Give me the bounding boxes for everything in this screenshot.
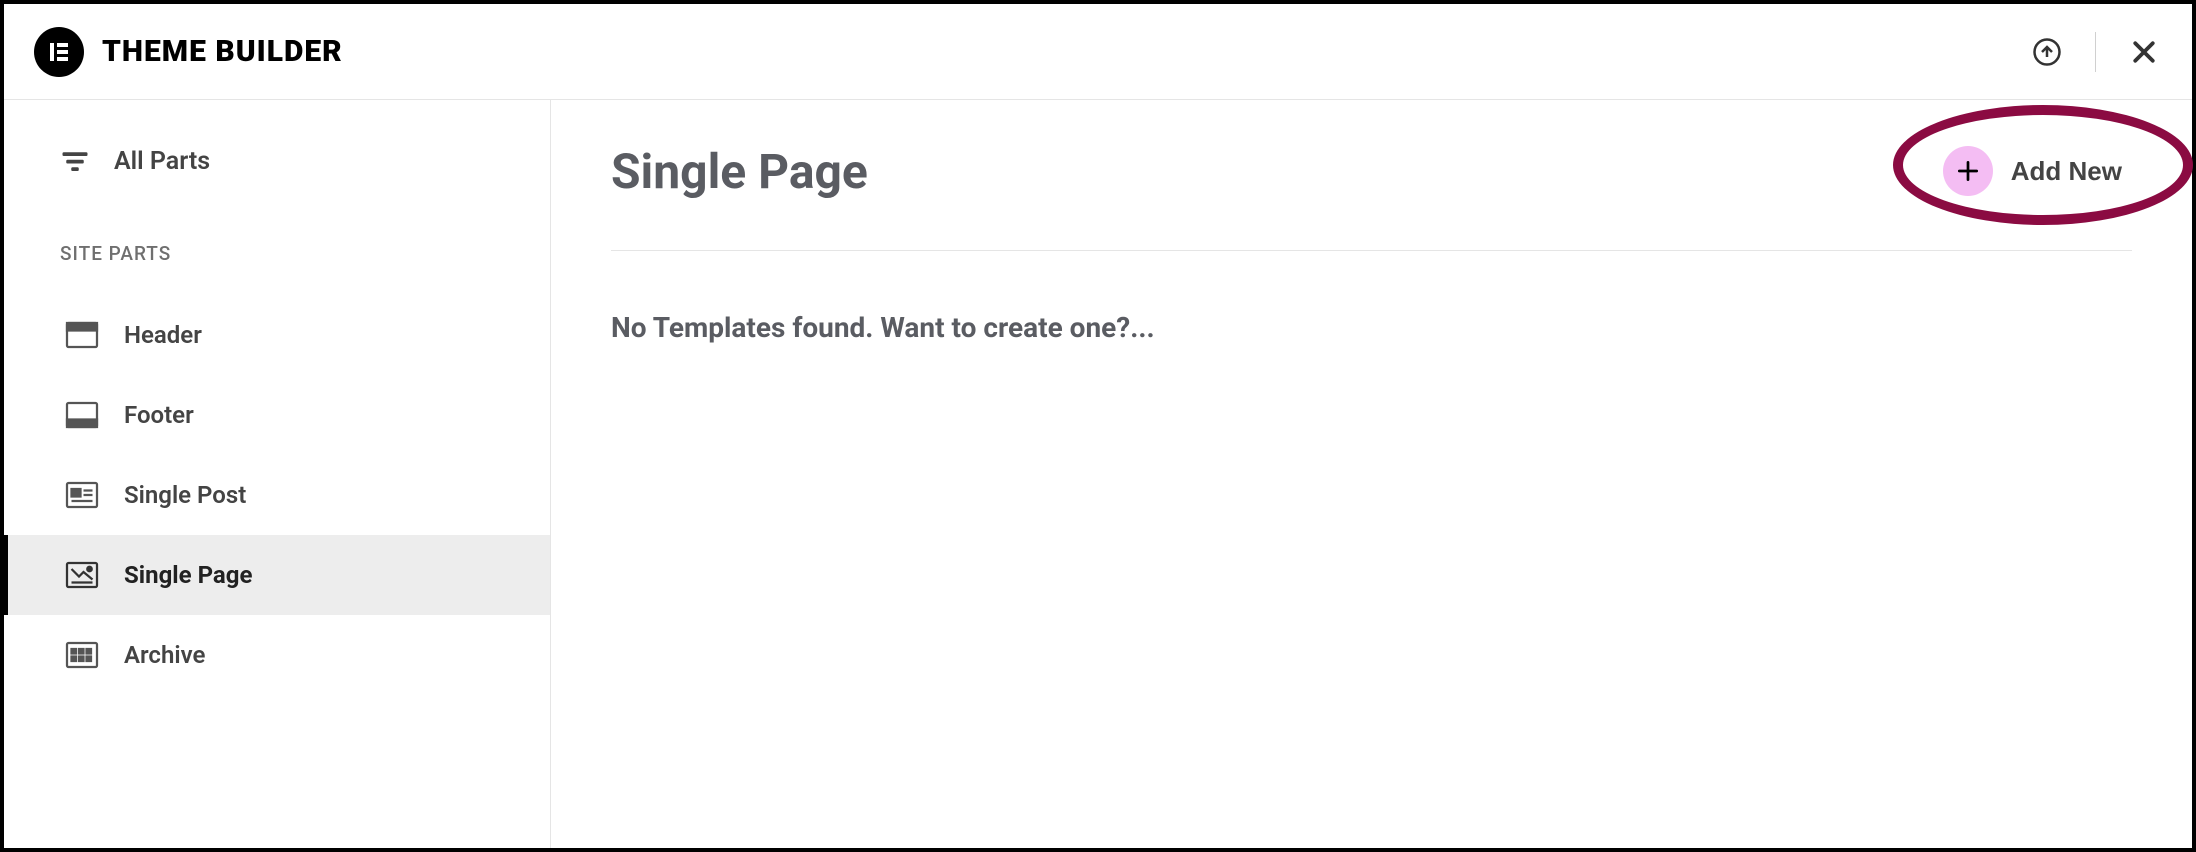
header-right <box>2029 32 2162 72</box>
elementor-logo-icon[interactable] <box>34 27 84 77</box>
main-content: Single Page Add New No Templates found. … <box>551 100 2192 848</box>
sidebar-item-footer[interactable]: Footer <box>4 375 550 455</box>
sidebar-item-label: Single Page <box>124 561 252 589</box>
upload-button[interactable] <box>2029 34 2065 70</box>
main-header: Single Page Add New <box>611 140 2132 251</box>
single-post-icon <box>64 477 100 513</box>
site-parts-heading: SITE PARTS <box>4 192 550 295</box>
sidebar-item-label: Single Post <box>124 481 246 509</box>
sidebar-item-label: Archive <box>124 641 205 669</box>
header-left: THEME BUILDER <box>34 27 343 77</box>
add-new-wrapper: Add New <box>1933 140 2132 202</box>
empty-state-message: No Templates found. Want to create one?.… <box>611 251 2132 344</box>
sidebar-item-single-post[interactable]: Single Post <box>4 455 550 535</box>
sidebar: All Parts SITE PARTS Header Footer <box>4 100 551 848</box>
sidebar-item-archive[interactable]: Archive <box>4 615 550 695</box>
header-icon <box>64 317 100 353</box>
sidebar-item-label: Header <box>124 321 202 349</box>
sidebar-item-label: Footer <box>124 401 194 429</box>
elementor-mark-icon <box>47 40 71 64</box>
archive-icon <box>64 637 100 673</box>
single-page-icon <box>64 557 100 593</box>
page-title: Single Page <box>611 143 868 200</box>
close-icon <box>2129 37 2159 67</box>
app-header: THEME BUILDER <box>4 4 2192 100</box>
plus-icon <box>1955 158 1981 184</box>
sidebar-item-header[interactable]: Header <box>4 295 550 375</box>
sidebar-item-single-page[interactable]: Single Page <box>4 535 550 615</box>
sidebar-all-parts[interactable]: All Parts <box>4 130 550 192</box>
app-title: THEME BUILDER <box>102 34 343 69</box>
filter-icon <box>60 146 90 176</box>
app-body: All Parts SITE PARTS Header Footer <box>4 100 2192 848</box>
upload-icon <box>2032 37 2062 67</box>
add-new-button[interactable]: Add New <box>1933 140 2132 202</box>
header-divider <box>2095 32 2096 72</box>
add-new-label: Add New <box>2011 156 2122 187</box>
all-parts-label: All Parts <box>114 147 210 176</box>
plus-circle-icon <box>1943 146 1993 196</box>
footer-icon <box>64 397 100 433</box>
close-button[interactable] <box>2126 34 2162 70</box>
